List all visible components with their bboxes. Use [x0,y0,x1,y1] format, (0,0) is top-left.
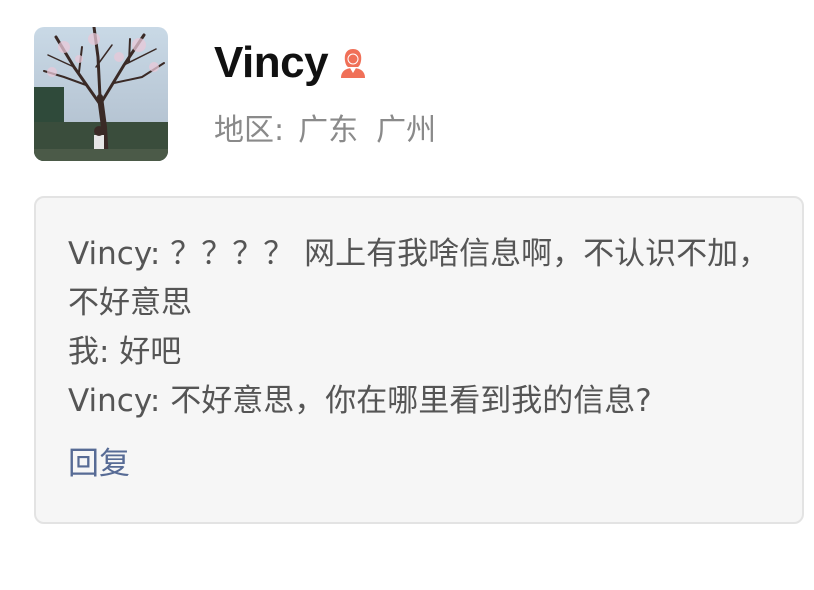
avatar[interactable] [34,27,168,161]
region-separator [358,105,376,149]
chat-message: Vincy: 不好意思，你在哪里看到我的信息? [68,383,652,419]
chat-message: Vincy: ？？？？ 网上有我啥信息啊，不认识不加，不好意思 [68,236,770,321]
region-province: 广东 [298,113,359,148]
reply-link[interactable]: 回复 [68,438,130,483]
region-city: 广州 [376,113,437,148]
avatar-photo [34,27,168,161]
chat-message: 我: 好吧 [68,334,182,370]
profile-name: Vincy [214,38,329,87]
greeting-message-card: Vincy: ？？？？ 网上有我啥信息啊，不认识不加，不好意思 我: 好吧 Vi… [34,196,804,524]
profile-header: Vincy 地区: 广东 广州 [34,27,436,163]
profile-info: Vincy 地区: 广东 广州 [214,27,436,149]
name-row: Vincy [214,37,436,89]
region-row: 地区: 广东 广州 [214,105,436,149]
region-label: 地区: [214,113,285,148]
female-person-icon [336,46,370,80]
